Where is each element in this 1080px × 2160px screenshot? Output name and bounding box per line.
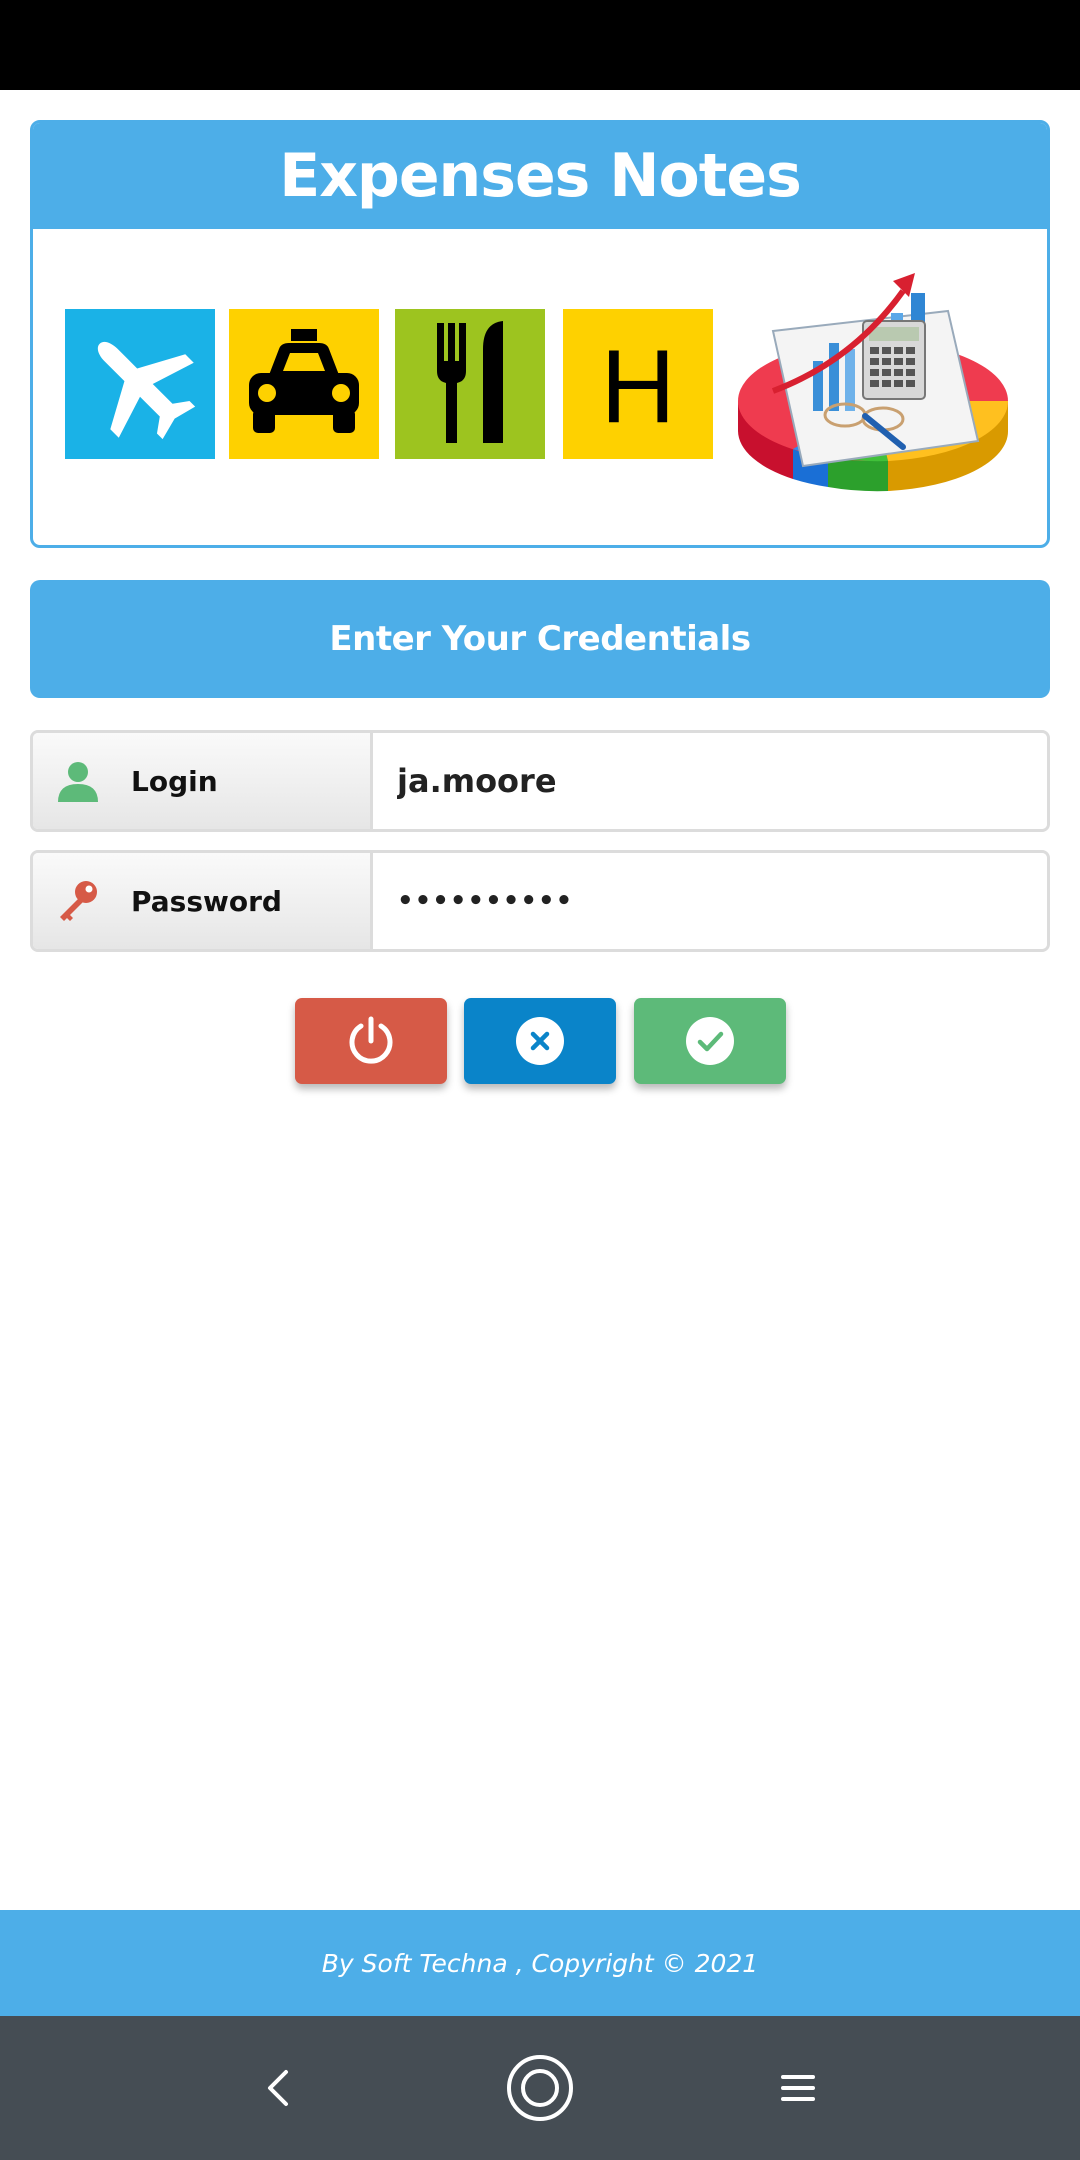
finance-chart-icon (733, 251, 1018, 521)
app-title: Expenses Notes (279, 141, 802, 211)
password-label: Password (131, 884, 282, 918)
password-row: Password (30, 850, 1050, 952)
login-input[interactable] (373, 733, 1047, 829)
hotel-icon: H (563, 309, 713, 459)
back-button[interactable] (240, 2048, 320, 2128)
back-icon (268, 2070, 288, 2106)
power-icon (349, 1016, 393, 1064)
check-circle-icon (686, 1017, 734, 1065)
credentials-heading: Enter Your Credentials (329, 619, 751, 659)
user-icon (53, 756, 103, 806)
header-title-bar: Expenses Notes (33, 123, 1047, 229)
fork-knife-icon (395, 309, 545, 459)
home-icon (507, 2055, 573, 2121)
home-button[interactable] (500, 2048, 580, 2128)
close-circle-icon (516, 1017, 564, 1065)
copyright-text: By Soft Techna , Copyright © 2021 (321, 1948, 759, 1978)
status-bar (0, 0, 1080, 90)
taxi-icon (229, 309, 379, 459)
menu-icon (781, 2075, 815, 2101)
key-icon (53, 876, 103, 926)
footer: By Soft Techna , Copyright © 2021 (0, 1910, 1080, 2016)
power-button[interactable] (295, 998, 447, 1084)
credentials-banner: Enter Your Credentials (30, 580, 1050, 698)
confirm-button[interactable] (634, 998, 786, 1084)
password-input[interactable] (373, 853, 1047, 949)
header-card: Expenses Notes H (30, 120, 1050, 548)
cancel-button[interactable] (464, 998, 616, 1084)
login-label: Login (131, 764, 218, 798)
airplane-icon (65, 309, 215, 459)
hotel-letter: H (600, 329, 675, 445)
expense-category-banner: H (33, 229, 1047, 545)
menu-button[interactable] (758, 2048, 838, 2128)
system-nav-bar (0, 2016, 1080, 2160)
login-row: Login (30, 730, 1050, 832)
password-label-box: Password (33, 853, 373, 949)
login-label-box: Login (33, 733, 373, 829)
